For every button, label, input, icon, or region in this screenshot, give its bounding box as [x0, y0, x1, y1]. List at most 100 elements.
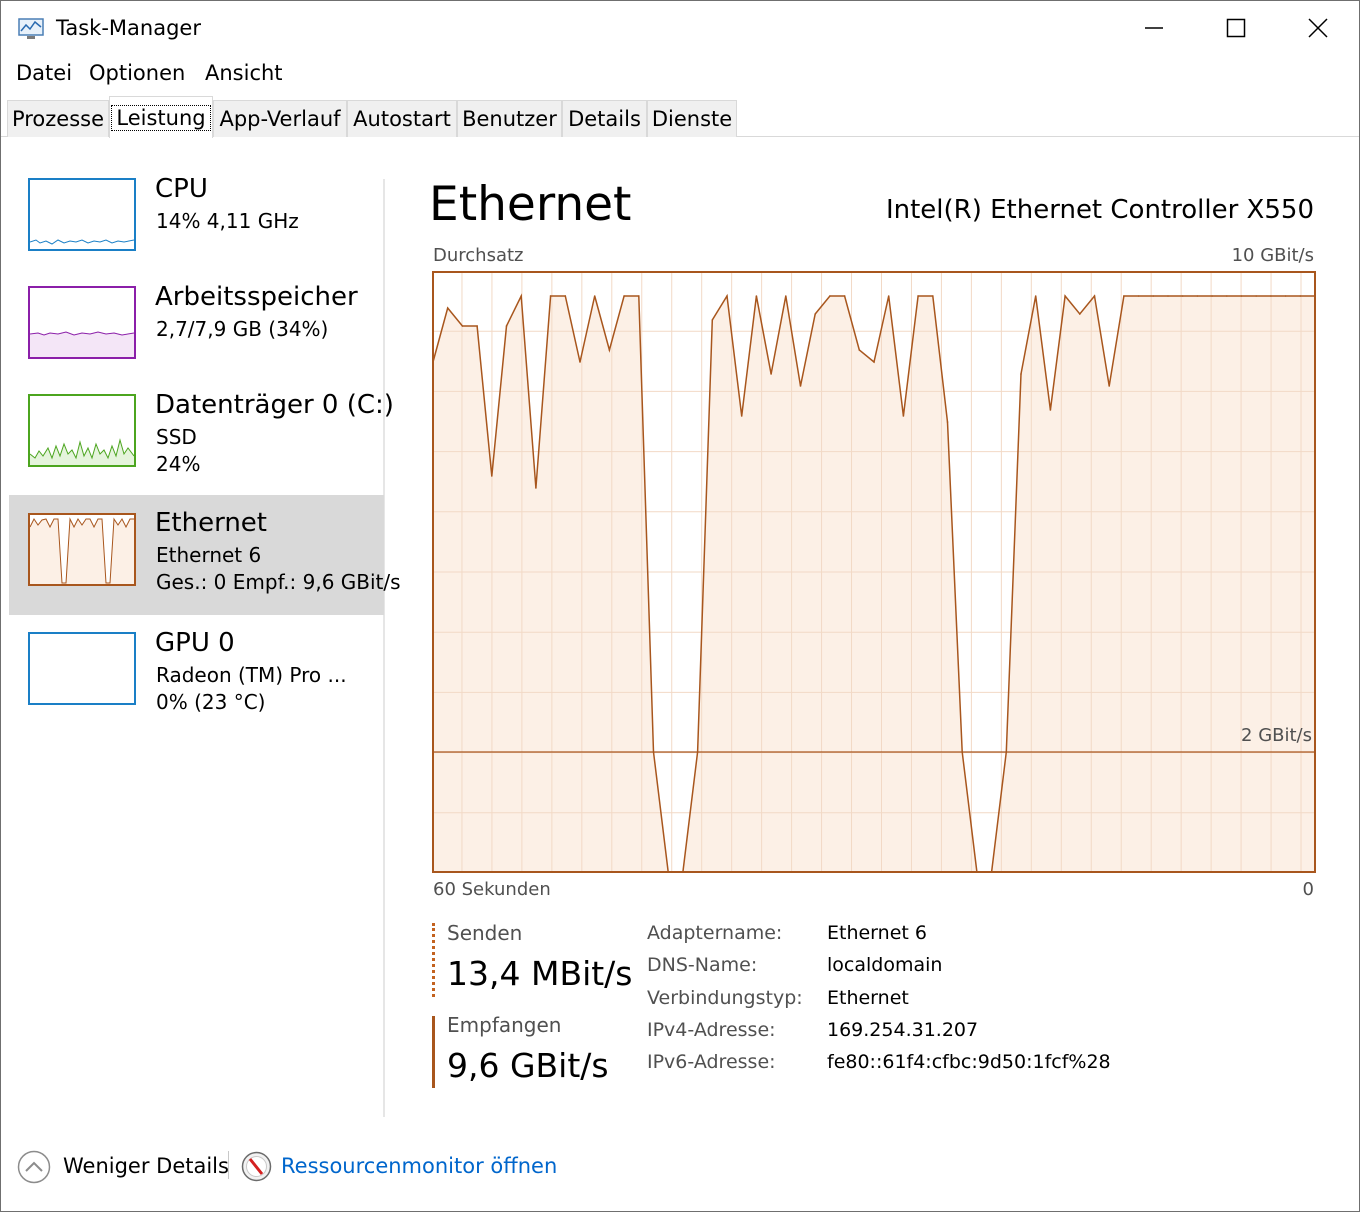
property-value: 169.254.31.207 — [827, 1019, 979, 1041]
throughput-point — [623, 295, 625, 297]
tab-label: Leistung — [111, 104, 211, 131]
cpu-thumbnail — [28, 178, 136, 251]
throughput-point — [843, 295, 846, 297]
tab-label: Dienste — [651, 107, 733, 131]
maximize-icon — [1226, 18, 1246, 38]
throughput-point — [491, 475, 493, 477]
throughput-point — [1064, 295, 1066, 297]
property-label: DNS-Name: — [647, 954, 758, 976]
throughput-point — [579, 361, 581, 363]
throughput-point — [1049, 409, 1052, 411]
throughput-point — [961, 751, 963, 753]
sidebar-item-gpu[interactable]: GPU 0 Radeon (TM) Pro ... 0% (23 °C) — [9, 615, 384, 735]
task-manager-icon — [17, 17, 45, 41]
sidebar-item-memory[interactable]: Arbeitsspeicher 2,7/7,9 GB (34%) — [9, 269, 384, 389]
throughput-point — [1079, 313, 1081, 315]
throughput-point — [1167, 295, 1169, 297]
throughput-point — [946, 421, 949, 423]
throughput-area — [433, 296, 1315, 872]
throughput-point — [1181, 295, 1184, 297]
tab-prozesse[interactable]: Prozesse — [7, 100, 109, 137]
throughput-point — [770, 373, 772, 375]
sidebar-item-disk[interactable]: Datenträger 0 (C:) SSD 24% — [9, 377, 394, 497]
throughput-point — [564, 295, 567, 297]
throughput-point — [1226, 295, 1228, 297]
throughput-point — [476, 325, 478, 327]
throughput-point — [1005, 751, 1008, 753]
close-button[interactable] — [1277, 1, 1359, 55]
tab-details[interactable]: Details — [562, 100, 647, 137]
footer-divider — [228, 1151, 229, 1179]
graph-max-label: 10 GBit/s — [1231, 245, 1314, 266]
throughput-point — [740, 415, 743, 417]
throughput-point — [1211, 295, 1213, 297]
throughput-point — [593, 295, 596, 297]
throughput-point — [873, 361, 875, 363]
throughput-point — [696, 751, 699, 753]
menu-optionen[interactable]: Optionen — [89, 61, 185, 85]
throughput-point — [652, 751, 655, 753]
throughput-point — [755, 295, 758, 297]
close-icon — [1308, 18, 1328, 38]
resource-monitor-link[interactable]: Ressourcenmonitor öffnen — [281, 1154, 557, 1178]
minimize-button[interactable] — [1113, 1, 1195, 55]
throughput-point — [726, 295, 728, 297]
throughput-point — [1270, 295, 1272, 297]
memory-thumbnail — [28, 286, 136, 359]
throughput-point — [446, 307, 449, 309]
throughput-point — [461, 325, 464, 327]
property-label: IPv4-Adresse: — [647, 1019, 776, 1041]
throughput-graph — [432, 271, 1316, 873]
tab-label: Details — [568, 107, 641, 131]
receive-label: Empfangen — [447, 1013, 562, 1037]
throughput-point — [917, 295, 919, 297]
sidebar-detail: 24% — [156, 452, 201, 476]
sidebar-detail: Ethernet 6 — [156, 543, 262, 567]
fewer-details-link[interactable]: Weniger Details — [63, 1154, 229, 1178]
sidebar-item-cpu[interactable]: CPU 14% 4,11 GHz — [9, 161, 384, 281]
throughput-point — [1123, 295, 1125, 297]
throughput-point — [1255, 295, 1257, 297]
property-value: fe80::61f4:cfbc:9d50:1fcf%28 — [827, 1051, 1111, 1073]
send-label: Senden — [447, 921, 523, 945]
tab-dienste[interactable]: Dienste — [647, 100, 737, 137]
tab-leistung[interactable]: Leistung — [109, 96, 213, 138]
menu-bar: Datei Optionen Ansicht — [1, 57, 1359, 93]
throughput-point — [1152, 295, 1155, 297]
tab-app-verlauf[interactable]: App-Verlauf — [213, 100, 347, 137]
tab-label: Autostart — [353, 107, 451, 131]
disk-thumbnail — [28, 394, 136, 467]
sidebar-item-ethernet[interactable]: Ethernet Ethernet 6 Ges.: 0 Empf.: 9,6 G… — [9, 495, 401, 615]
throughput-point — [814, 313, 816, 315]
fewer-details-button[interactable] — [17, 1150, 51, 1184]
tab-autostart[interactable]: Autostart — [347, 100, 457, 137]
throughput-point — [1240, 295, 1243, 297]
sidebar-title: Ethernet — [155, 508, 267, 538]
resource-monitor-icon[interactable] — [241, 1151, 272, 1182]
tab-benutzer[interactable]: Benutzer — [457, 100, 562, 137]
menu-ansicht[interactable]: Ansicht — [205, 61, 283, 85]
sidebar-title: Arbeitsspeicher — [155, 282, 358, 312]
ethernet-thumbnail — [28, 513, 136, 586]
receive-indicator — [432, 1016, 435, 1088]
property-value: Ethernet — [827, 987, 909, 1009]
sidebar-title: CPU — [155, 174, 208, 204]
property-value: Ethernet 6 — [827, 922, 927, 944]
property-label: Verbindungstyp: — [647, 987, 803, 1009]
sidebar-title: GPU 0 — [155, 628, 235, 658]
throughput-point — [1284, 295, 1287, 297]
sidebar-title: Datenträger 0 (C:) — [155, 390, 394, 420]
adapter-name: Intel(R) Ethernet Controller X550 — [885, 195, 1314, 225]
throughput-point — [1137, 295, 1140, 297]
property-value: localdomain — [827, 954, 943, 976]
maximize-button[interactable] — [1195, 1, 1277, 55]
tab-label: Prozesse — [11, 107, 105, 131]
time-right-label: 0 — [1302, 879, 1314, 900]
task-manager-window: Task-Manager Datei Optionen Ansicht Proz… — [0, 0, 1360, 1212]
throughput-point — [711, 319, 714, 321]
tab-bar: Prozesse Leistung App-Verlauf Autostart … — [1, 96, 1359, 138]
property-label: IPv6-Adresse: — [647, 1051, 776, 1073]
tab-label: Benutzer — [462, 107, 557, 131]
throughput-point — [535, 487, 537, 489]
menu-datei[interactable]: Datei — [16, 61, 72, 85]
